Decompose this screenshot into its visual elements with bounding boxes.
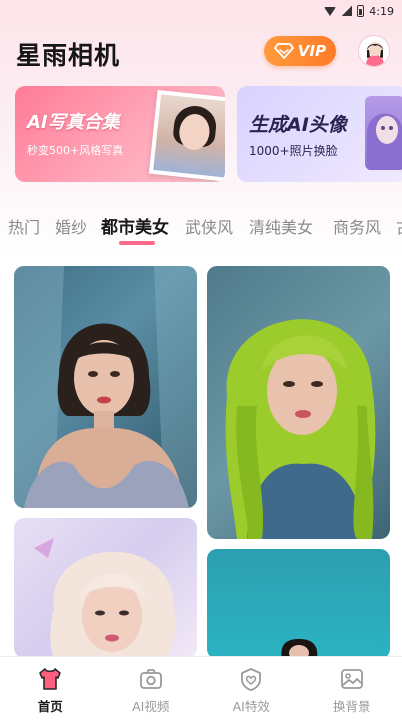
banner-ai-avatar[interactable]: 生成AI头像 1000+照片换脸 xyxy=(237,86,402,182)
banner-subtitle: 秒变500+风格写真 xyxy=(27,144,124,157)
nav-label: 首页 xyxy=(37,699,63,714)
portrait-image xyxy=(14,266,197,508)
nav-home[interactable]: 首页 xyxy=(0,657,101,720)
nav-ai-video[interactable]: AI视频 xyxy=(101,657,202,720)
heart-shield-icon xyxy=(241,668,262,691)
user-avatar-icon xyxy=(359,36,389,66)
avatar[interactable] xyxy=(358,35,390,67)
status-bar: 4:19 xyxy=(0,0,402,22)
portrait-image xyxy=(34,538,176,658)
tab-hot[interactable]: 热门 xyxy=(8,214,40,238)
banner-photo xyxy=(148,89,225,182)
nav-ai-effects[interactable]: AI特效 xyxy=(201,657,302,720)
active-tab-indicator xyxy=(119,241,155,245)
tab-business[interactable]: 商务风 xyxy=(333,214,381,238)
tab-wedding[interactable]: 婚纱 xyxy=(55,214,87,238)
bottom-navigation: 首页 AI视频 AI特效 换背景 xyxy=(0,656,402,720)
style-card[interactable] xyxy=(207,549,390,659)
image-icon xyxy=(340,669,363,689)
nav-label: 换背景 xyxy=(332,699,371,714)
portrait-image xyxy=(225,319,376,539)
banner-ai-portrait-collection[interactable]: AI写真合集 秒变500+风格写真 xyxy=(15,86,225,182)
nav-label: AI视频 xyxy=(132,699,170,714)
banner-3d-avatar-image xyxy=(365,96,402,170)
tshirt-icon xyxy=(39,668,62,690)
nav-label: AI特效 xyxy=(232,699,270,714)
style-card[interactable] xyxy=(207,266,390,539)
app-title: 星雨相机 xyxy=(16,41,121,70)
style-card[interactable] xyxy=(14,266,197,508)
status-time: 4:19 xyxy=(369,4,394,18)
tab-city-beauty[interactable]: 都市美女 xyxy=(101,213,169,238)
banner-title: 生成AI头像 xyxy=(249,114,347,136)
wifi-icon xyxy=(324,6,337,16)
vip-label: VIP xyxy=(297,42,327,60)
signal-icon xyxy=(341,6,353,16)
banner-subtitle: 1000+照片换脸 xyxy=(249,144,338,158)
style-card[interactable] xyxy=(14,518,197,658)
header: 星雨相机 VIP xyxy=(0,30,402,76)
camera-icon xyxy=(139,669,162,689)
diamond-icon xyxy=(274,43,294,59)
tab-ancient[interactable]: 古 xyxy=(396,214,402,238)
category-tabs: 热门 婚纱 都市美女 武侠风 清纯美女 商务风 古 xyxy=(0,210,402,242)
battery-icon xyxy=(357,5,365,17)
vip-button[interactable]: VIP xyxy=(264,36,336,66)
portrait-image xyxy=(281,639,318,659)
tab-martial-arts[interactable]: 武侠风 xyxy=(185,214,233,238)
tab-pure-beauty[interactable]: 清纯美女 xyxy=(249,214,313,238)
nav-change-background[interactable]: 换背景 xyxy=(302,657,402,720)
banner-title: AI写真合集 xyxy=(27,112,120,133)
